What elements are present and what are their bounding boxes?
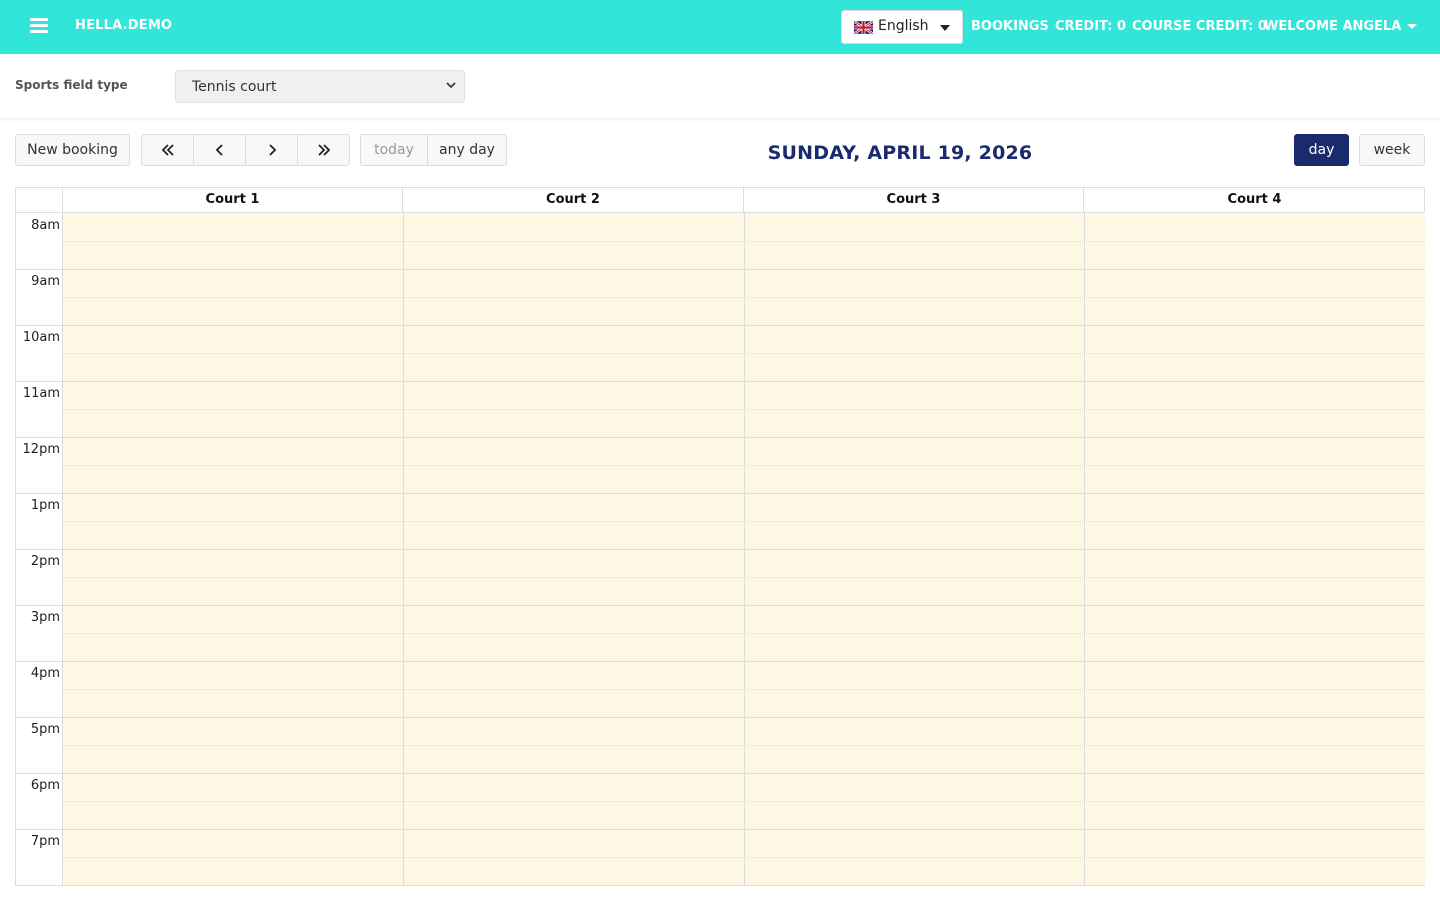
divider xyxy=(0,118,1440,121)
time-label: 9am xyxy=(31,274,60,289)
language-selector[interactable]: English xyxy=(841,10,963,44)
time-label: 12pm xyxy=(22,442,60,457)
time-label: 2pm xyxy=(30,554,60,569)
next-week-button[interactable] xyxy=(297,134,350,166)
course-credit-link[interactable]: COURSE CREDIT: 0 xyxy=(1132,19,1267,34)
time-axis: 8am 9am 10am 11am 12pm 1pm 2pm 3pm 4pm 5pm 6pm 7pm xyxy=(16,213,63,885)
time-label: 5pm xyxy=(30,722,60,737)
time-label: 6pm xyxy=(30,778,60,793)
any-day-button[interactable]: any day xyxy=(427,134,507,166)
hour-divider xyxy=(16,605,63,606)
language-label: English xyxy=(878,18,929,34)
double-chevron-left-icon xyxy=(161,144,174,156)
time-slot-grid[interactable] xyxy=(63,213,1425,885)
chevron-left-icon xyxy=(215,144,223,156)
time-label: 7pm xyxy=(30,834,60,849)
user-menu[interactable]: WELCOME ANGELA xyxy=(1264,19,1418,34)
bookings-link[interactable]: BOOKINGS xyxy=(971,19,1049,34)
hour-divider xyxy=(16,381,63,382)
day-view-button[interactable]: day xyxy=(1294,134,1349,166)
court-header: Court 3 xyxy=(744,188,1084,213)
credit-link[interactable]: CREDIT: 0 xyxy=(1055,19,1126,34)
caret-down-icon xyxy=(940,25,950,31)
time-label: 1pm xyxy=(30,498,60,513)
hour-divider xyxy=(16,269,63,270)
hour-divider xyxy=(16,661,63,662)
hour-divider xyxy=(16,717,63,718)
double-chevron-right-icon xyxy=(317,144,330,156)
menu-icon[interactable] xyxy=(30,18,48,34)
court-column-divider xyxy=(403,213,404,885)
time-label: 8am xyxy=(31,218,60,233)
current-date-title: SUNDAY, APRIL 19, 2026 xyxy=(767,142,1033,164)
time-label: 4pm xyxy=(30,666,60,681)
week-view-button[interactable]: week xyxy=(1359,134,1425,166)
resource-calendar: Court 1 Court 2 Court 3 Court 4 8am 9am 10… xyxy=(15,187,1425,886)
hour-divider xyxy=(16,325,63,326)
court-column-divider xyxy=(1084,213,1085,885)
caret-down-icon xyxy=(1407,24,1418,29)
time-label: 10am xyxy=(22,330,60,345)
sports-field-type-label: Sports field type xyxy=(15,78,128,92)
hour-divider xyxy=(16,549,63,550)
court-header: Court 4 xyxy=(1084,188,1425,213)
court-header: Court 2 xyxy=(403,188,744,213)
brand-name[interactable]: HELLA.DEMO xyxy=(75,18,172,33)
select-value: Tennis court xyxy=(192,79,277,95)
top-navbar: HELLA.DEMO English BOOKINGS CREDIT: 0 CO… xyxy=(0,0,1440,54)
time-header-corner xyxy=(16,188,63,213)
time-label: 3pm xyxy=(30,610,60,625)
time-label: 11am xyxy=(22,386,60,401)
sports-field-type-select[interactable]: Tennis court xyxy=(175,70,465,103)
hour-divider xyxy=(16,493,63,494)
today-button[interactable]: today xyxy=(360,134,428,166)
chevron-down-icon xyxy=(446,82,456,89)
prev-day-button[interactable] xyxy=(193,134,246,166)
welcome-label: WELCOME ANGELA xyxy=(1264,19,1402,34)
chevron-right-icon xyxy=(268,144,276,156)
court-column-divider xyxy=(744,213,745,885)
uk-flag-icon xyxy=(854,21,873,34)
prev-week-button[interactable] xyxy=(141,134,194,166)
court-header: Court 1 xyxy=(63,188,403,213)
next-day-button[interactable] xyxy=(245,134,298,166)
hour-divider xyxy=(16,773,63,774)
new-booking-button[interactable]: New booking xyxy=(15,134,130,166)
hour-divider xyxy=(16,437,63,438)
hour-divider xyxy=(16,829,63,830)
